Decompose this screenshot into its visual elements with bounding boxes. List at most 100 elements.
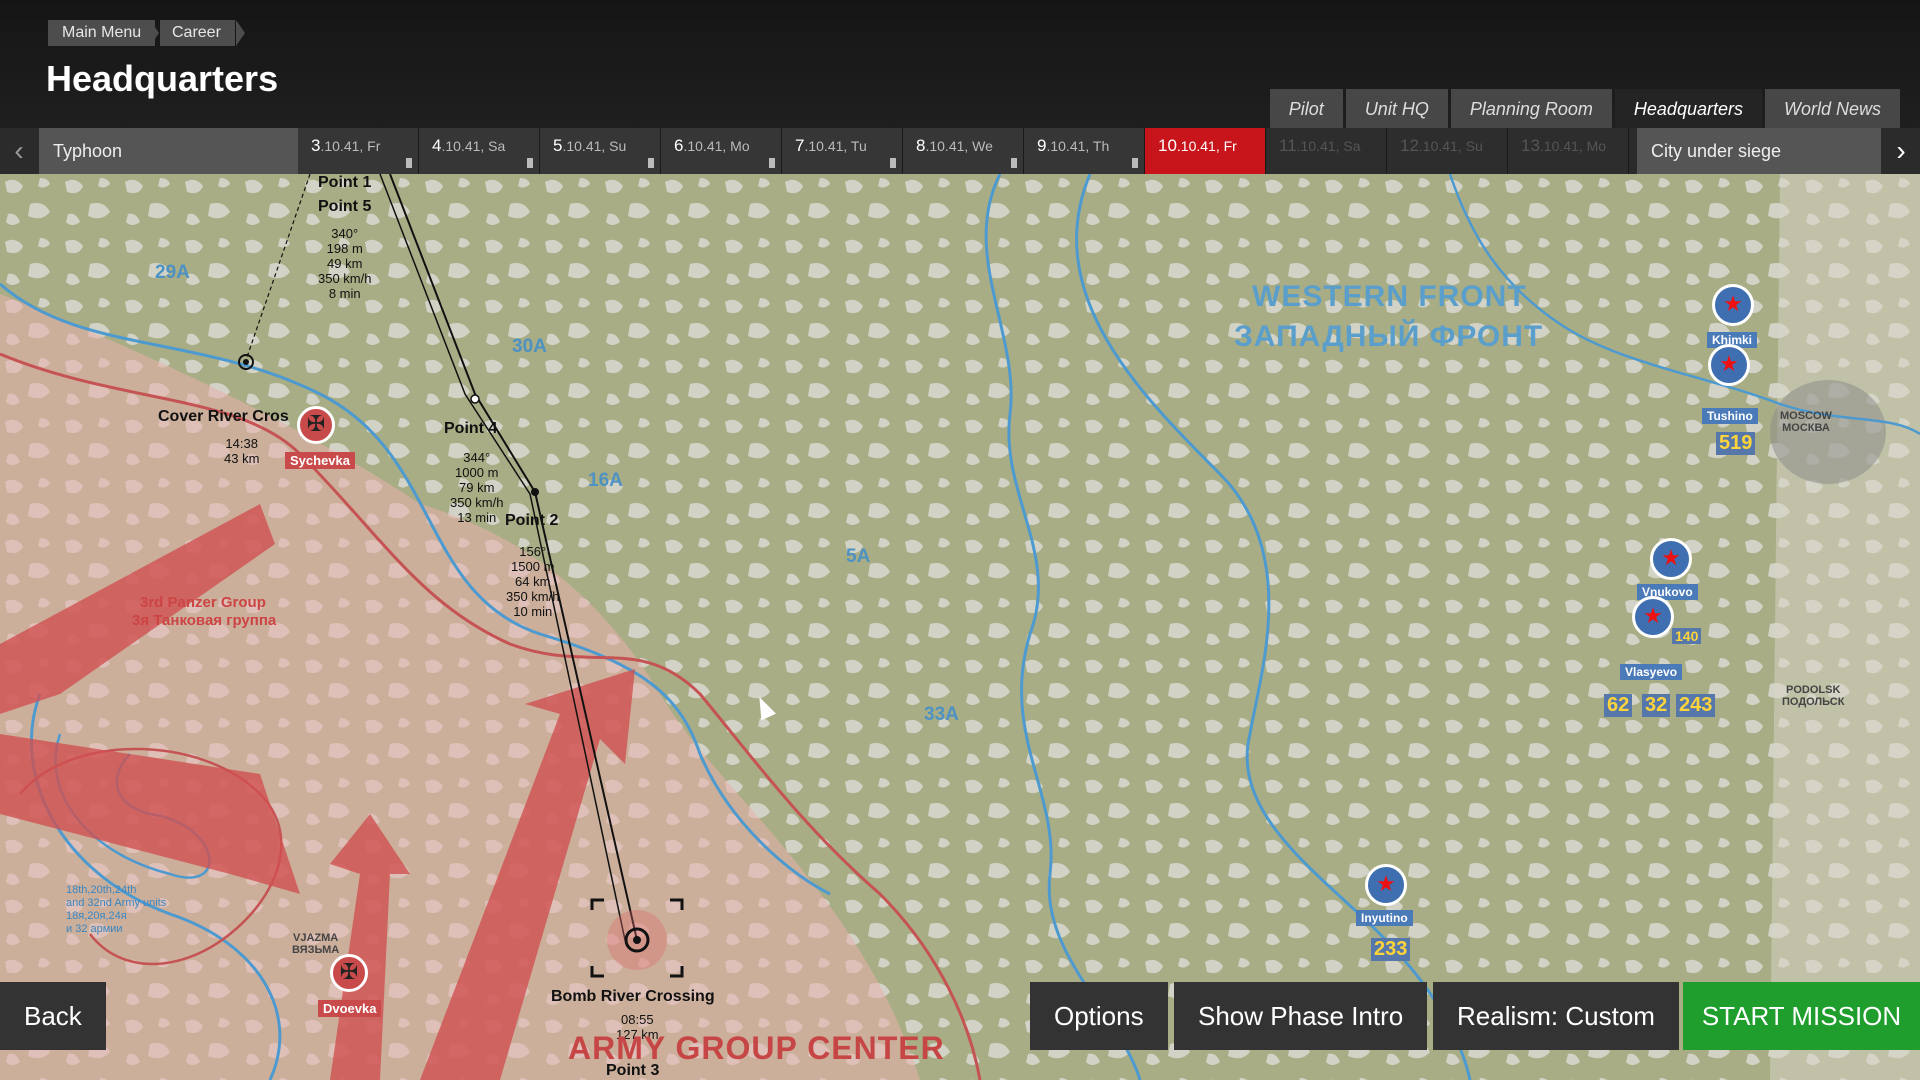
tab-world-news[interactable]: World News (1764, 89, 1900, 128)
day-cell[interactable]: 6.10.41, Mo (661, 128, 782, 174)
enemy-airfield-sychevka: Sychevka (285, 452, 355, 469)
airfield-star-icon[interactable]: ★ (1708, 344, 1750, 386)
vyazma-label: VJAZMA ВЯЗЬМА (292, 932, 340, 956)
panzer-group-label-ru: 3я Танковая группа (132, 612, 277, 629)
header: Main Menu Career Headquarters Pilot Unit… (0, 0, 1920, 128)
campaign-name: Typhoon (39, 128, 298, 174)
day-cell[interactable]: 11.10.41, Sa (1266, 128, 1387, 174)
waypoint-4-label: Point 4 (444, 420, 498, 437)
mission-marker-icon (527, 158, 533, 168)
tab-planning-room[interactable]: Planning Room (1450, 89, 1612, 128)
campaign-map[interactable]: WESTERN FRONT ЗАПАДНЫЙ ФРОНТ 29A 30A 16A… (0, 174, 1920, 1080)
day-date: .10.41, Su (1418, 138, 1483, 154)
waypoint-5-info: 340° 198 m 49 km 350 km/h 8 min (318, 226, 372, 301)
enemy-airfield-icon[interactable]: ✠ (330, 954, 368, 992)
mission-marker-icon (406, 158, 412, 168)
region-5a: 5A (846, 546, 871, 567)
region-16a: 16A (588, 470, 623, 491)
tab-bar: Pilot Unit HQ Planning Room Headquarters… (1269, 89, 1900, 128)
day-date: .10.41, Fr (1176, 138, 1237, 154)
vlasyevo-count-2: 32 (1642, 694, 1671, 717)
day-number: 11 (1279, 136, 1297, 155)
vlasyevo-count-3: 243 (1676, 694, 1716, 717)
front-name-ru: ЗАПАДНЫЙ ФРОНТ (1234, 320, 1544, 353)
timeline-bar: ‹ Typhoon 3.10.41, Fr 4.10.41, Sa 5.10.41,… (0, 128, 1920, 174)
region-30a: 30A (512, 336, 547, 357)
breadcrumb-main-menu[interactable]: Main Menu (48, 20, 156, 46)
panzer-group-label-en: 3rd Panzer Group (140, 594, 266, 611)
inyutino-count: 233 (1371, 938, 1411, 961)
day-date: .10.41, Fr (320, 138, 381, 154)
day-cell[interactable]: 10.10.41, Fr (1145, 128, 1266, 174)
army-group-label: ARMY GROUP CENTER (568, 1030, 945, 1066)
airfield-star-icon[interactable]: ★ (1650, 538, 1692, 580)
day-cell[interactable]: 5.10.41, Su (540, 128, 661, 174)
waypoint-4-info: 344° 1000 m 79 km 350 km/h 13 min (450, 450, 504, 525)
day-cell[interactable]: 8.10.41, We (903, 128, 1024, 174)
enemy-airfield-icon[interactable]: ✠ (297, 406, 335, 444)
show-phase-intro-button[interactable]: Show Phase Intro (1174, 982, 1428, 1050)
waypoint-2-info: 156° 1500 m 64 km 350 km/h 10 min (506, 544, 560, 619)
tab-headquarters[interactable]: Headquarters (1614, 89, 1762, 128)
tushino-count: 519 (1716, 432, 1756, 455)
day-number: 10 (1158, 136, 1177, 155)
day-date: .10.41, Tu (804, 138, 867, 154)
moscow-label: MOSCOW МОСКВА (1780, 410, 1832, 434)
day-date: .10.41, Th (1046, 138, 1110, 154)
vnukovo-count: 140 (1672, 628, 1702, 644)
mission-marker-icon (890, 158, 896, 168)
day-cell[interactable]: 3.10.41, Fr (298, 128, 419, 174)
mission-marker-icon (648, 158, 654, 168)
day-cell[interactable]: 13.10.41, Mo (1508, 128, 1629, 174)
day-date: .10.41, Mo (1539, 138, 1607, 154)
cover-waypoint-info: 14:38 43 km (224, 436, 260, 466)
day-cell[interactable]: 7.10.41, Tu (782, 128, 903, 174)
region-29a: 29A (155, 262, 190, 283)
mission-marker-icon (1011, 158, 1017, 168)
mission-marker-icon (1132, 158, 1138, 168)
breadcrumb-career[interactable]: Career (160, 20, 235, 46)
front-name-en: WESTERN FRONT (1252, 280, 1527, 313)
day-number: 12 (1400, 136, 1419, 155)
back-button[interactable]: Back (0, 982, 106, 1050)
options-button[interactable]: Options (1030, 982, 1168, 1050)
day-cell[interactable]: 9.10.41, Th (1024, 128, 1145, 174)
airfield-star-icon[interactable]: ★ (1365, 864, 1407, 906)
map-graphics (0, 174, 1920, 1080)
day-number: 13 (1521, 136, 1540, 155)
breadcrumb-separator (236, 20, 245, 46)
airfield-star-icon[interactable]: ★ (1712, 284, 1754, 326)
tab-unit-hq[interactable]: Unit HQ (1345, 89, 1448, 128)
day-list: 3.10.41, Fr 4.10.41, Sa 5.10.41, Su 6.10.41… (298, 128, 1629, 174)
app-window: Main Menu Career Headquarters Pilot Unit… (0, 0, 1920, 1080)
airfield-star-icon[interactable]: ★ (1632, 596, 1674, 638)
day-date: .10.41, We (925, 138, 993, 154)
day-date: .10.41, Sa (441, 138, 506, 154)
day-cell[interactable]: 12.10.41, Su (1387, 128, 1508, 174)
day-date: .10.41, Su (562, 138, 627, 154)
day-cell[interactable]: 4.10.41, Sa (419, 128, 540, 174)
vlasyevo-count-1: 62 (1604, 694, 1633, 717)
armies-note: 18th,20th,24th and 32nd Army units 18я,2… (66, 884, 167, 935)
phase-name: City under siege (1637, 128, 1881, 174)
breadcrumb-separator (150, 20, 159, 46)
start-mission-button[interactable]: START MISSION (1683, 982, 1920, 1050)
tab-pilot[interactable]: Pilot (1269, 89, 1343, 128)
day-date: .10.41, Sa (1296, 138, 1361, 154)
realism-button[interactable]: Realism: Custom (1433, 982, 1679, 1050)
waypoint-2-label: Point 2 (505, 512, 559, 529)
cover-waypoint-label: Cover River Cros (158, 408, 289, 425)
podolsk-label: PODOLSK ПОДОЛЬСК (1782, 684, 1845, 708)
airfield-tushino: Tushino (1702, 408, 1758, 424)
target-label[interactable]: Bomb River Crossing (551, 988, 715, 1006)
enemy-airfield-dvoevka: Dvoevka (318, 1000, 382, 1017)
region-33a: 33A (924, 704, 959, 725)
page-title: Headquarters (46, 58, 279, 99)
waypoint-5-label: Point 5 (318, 198, 372, 215)
airfield-vlasyevo: Vlasyevo (1620, 664, 1683, 680)
chevron-left-icon[interactable]: ‹ (0, 128, 38, 174)
mission-marker-icon (769, 158, 775, 168)
airfield-inyutino: Inyutino (1356, 910, 1413, 926)
chevron-right-icon[interactable]: › (1882, 128, 1920, 174)
day-date: .10.41, Mo (683, 138, 750, 154)
